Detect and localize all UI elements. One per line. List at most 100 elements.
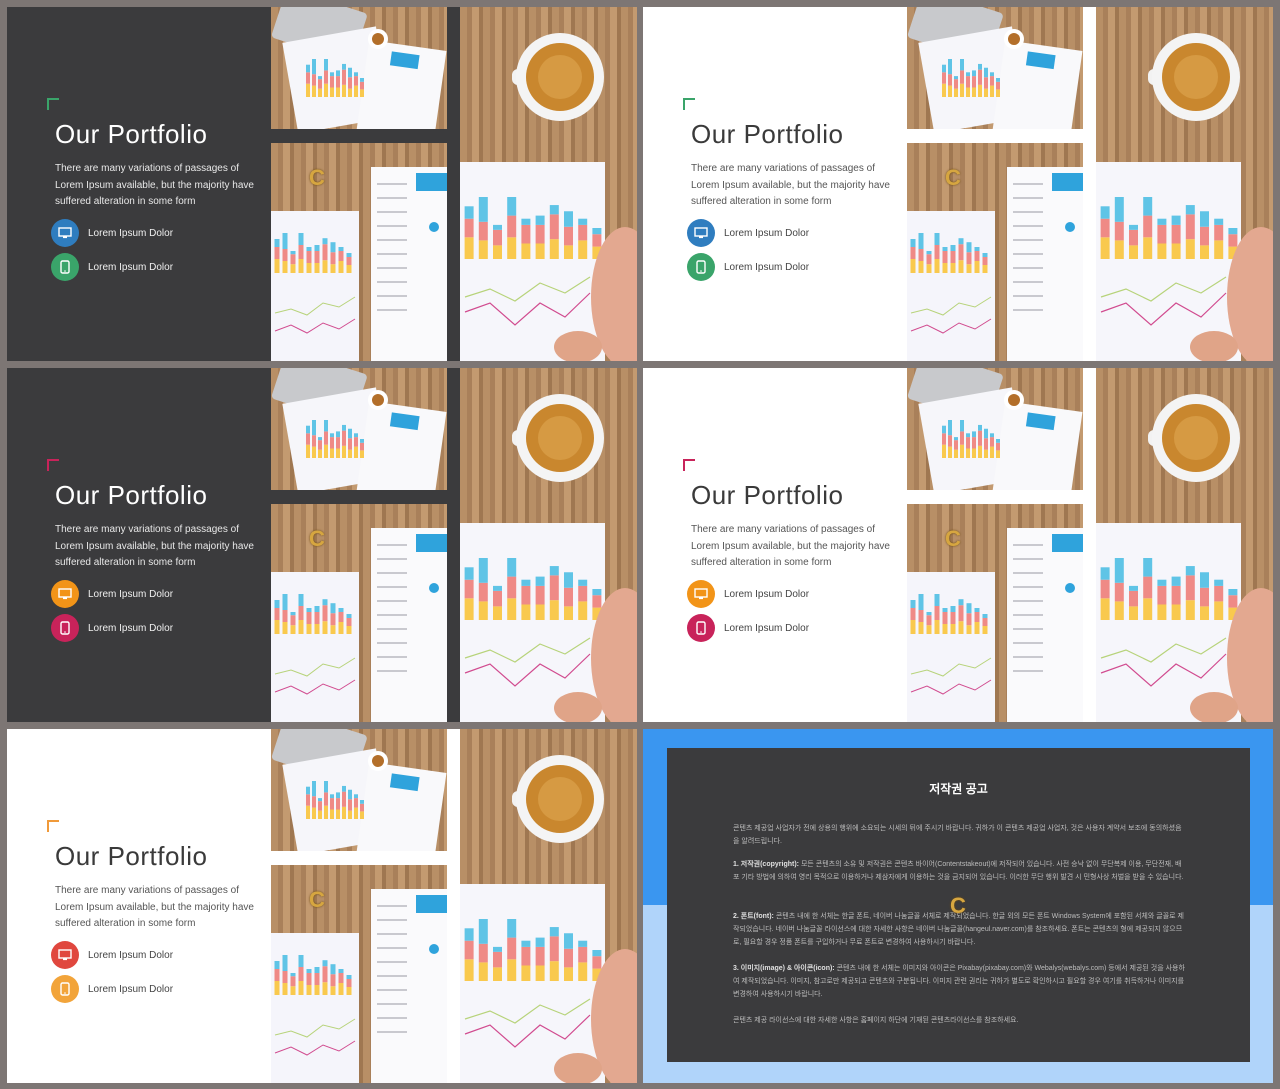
chart-bar xyxy=(346,618,352,626)
chart-bar xyxy=(578,940,588,947)
text-panel: Our Portfolio There are many variations o… xyxy=(643,7,907,361)
chart-bar xyxy=(910,608,916,620)
chart-bar xyxy=(974,612,980,622)
chart-bar xyxy=(960,444,964,458)
chart-bar xyxy=(464,237,474,259)
chart-bar xyxy=(910,239,916,247)
chart-bar xyxy=(910,600,916,608)
chart-bar xyxy=(966,264,972,273)
chart-bar xyxy=(974,608,980,612)
chart-bar xyxy=(958,599,964,606)
photo-collage: C xyxy=(271,368,637,722)
feature-label: Lorem Ipsum Dolor xyxy=(724,588,810,600)
chart-bar xyxy=(984,77,988,89)
notice-intro: 콘텐츠 제공업 사업자가 전에 상용의 행위에 소요되는 시세의 뒤에 주시기 … xyxy=(733,825,1182,845)
chart-bar xyxy=(564,967,573,981)
slide-description: There are many variations of passages of… xyxy=(691,163,890,207)
chart-bar xyxy=(990,76,994,86)
chart-bar xyxy=(478,240,488,259)
chart-bar xyxy=(549,205,559,215)
chart-bar xyxy=(950,606,956,612)
chart-bar xyxy=(535,576,545,586)
slide-title: Our Portfolio xyxy=(691,119,844,149)
chart-bar xyxy=(306,251,312,263)
notice-panel: 저작권 공고 콘텐츠 제공업 사업자가 전에 상용의 행위에 소요되는 시세의 … xyxy=(667,748,1250,1062)
chart-bar xyxy=(521,243,531,259)
chart-bar xyxy=(342,69,346,85)
chart-bar xyxy=(348,789,352,800)
chart-bar xyxy=(966,242,972,253)
chart-bar xyxy=(942,444,946,458)
chart-bar xyxy=(360,800,364,804)
chart-bar xyxy=(290,986,296,995)
chart-bar xyxy=(996,81,1000,90)
chart-bar xyxy=(346,987,352,995)
phone-icon xyxy=(51,253,79,281)
chart-bar xyxy=(338,622,344,634)
portfolio-slide: Our Portfolio There are many variations o… xyxy=(643,7,1273,361)
chart-bar xyxy=(966,613,972,626)
chart-bar xyxy=(290,251,296,255)
chart-bar xyxy=(910,259,916,273)
chart-bar xyxy=(330,437,334,449)
chart-bar xyxy=(493,951,502,968)
chart-bar xyxy=(290,254,296,265)
chart-bar xyxy=(298,594,304,606)
text-panel: Our Portfolio There are many variations o… xyxy=(7,7,271,361)
chart-bar xyxy=(934,245,940,259)
chart-bar xyxy=(274,961,280,969)
chart-bar xyxy=(318,88,322,97)
chart-bar xyxy=(549,927,559,937)
chart-bar xyxy=(330,87,334,97)
chart-bar xyxy=(306,969,312,973)
chart-bar xyxy=(592,589,602,596)
chart-bar xyxy=(1214,579,1224,586)
chart-bar xyxy=(1129,245,1138,259)
feature-label: Lorem Ipsum Dolor xyxy=(88,588,174,600)
chart-bar xyxy=(330,252,336,265)
chart-bar xyxy=(330,613,336,626)
chart-bar xyxy=(1185,205,1195,215)
chart-bar xyxy=(306,805,310,819)
chart-bar xyxy=(1129,224,1138,230)
chart-bar xyxy=(1171,243,1181,259)
chart-bar xyxy=(521,218,531,225)
chart-bar xyxy=(1214,240,1224,259)
chart-bar xyxy=(934,233,940,245)
chart-bar xyxy=(996,78,1000,82)
chart-bar xyxy=(1214,601,1224,620)
chart-bar xyxy=(910,620,916,634)
chart-bar xyxy=(298,967,304,981)
chart-bar xyxy=(942,64,946,73)
photo-collage: C xyxy=(271,729,637,1083)
notice-copyright: 1. 저작권(copyright): 모든 콘텐츠의 소유 및 저작권은 콘텐츠… xyxy=(733,861,1184,881)
feature-item: Lorem Ipsum Dolor xyxy=(51,614,173,642)
chart-bar xyxy=(314,967,320,973)
chart-bar xyxy=(342,63,346,70)
chart-bar xyxy=(1228,589,1238,596)
photo-desk-top xyxy=(271,7,447,129)
chart-bar xyxy=(346,975,352,979)
chart-bar xyxy=(1143,598,1153,620)
chart-bar xyxy=(982,257,988,265)
watermark-logo: C xyxy=(945,526,961,551)
photo-coffee-chart xyxy=(460,7,637,361)
accent-corner xyxy=(47,820,59,832)
chart-bar xyxy=(578,962,588,981)
chart-bar xyxy=(330,809,334,819)
monitor-icon xyxy=(51,941,79,969)
chart-bar xyxy=(521,585,531,605)
chart-bar xyxy=(549,936,559,962)
chart-bar xyxy=(535,585,545,605)
chart-bar xyxy=(966,433,970,438)
chart-bar xyxy=(578,601,588,620)
chart-bar xyxy=(1157,218,1167,225)
chart-bar xyxy=(1143,215,1153,238)
accent-corner xyxy=(47,98,59,110)
chart-bar xyxy=(942,612,948,624)
chart-bar xyxy=(464,206,474,219)
chart-bar xyxy=(318,801,322,811)
slide-title: Our Portfolio xyxy=(55,119,208,149)
monitor-icon xyxy=(687,219,715,247)
text-panel: Our Portfolio There are many variations o… xyxy=(643,368,907,722)
